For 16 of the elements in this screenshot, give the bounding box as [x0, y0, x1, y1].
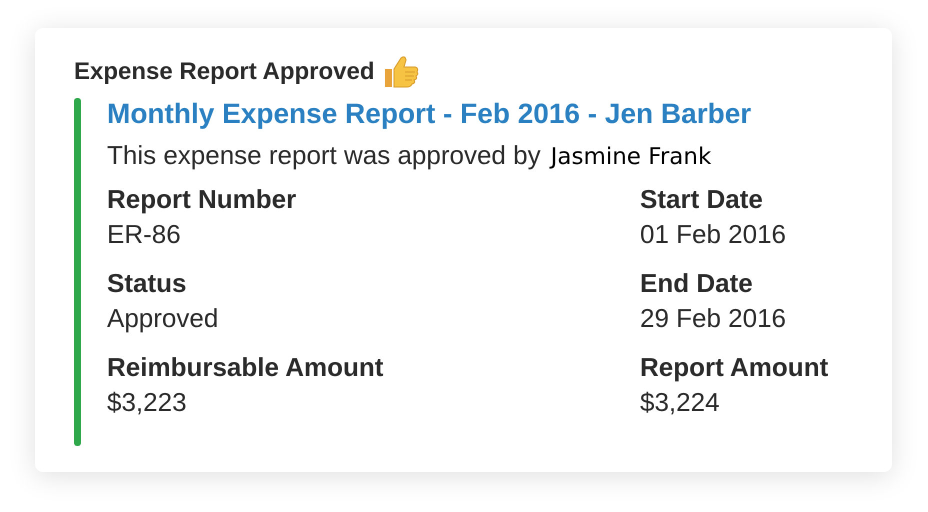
field-label: End Date [640, 267, 754, 300]
field-label: Report Number [107, 183, 298, 216]
field-value: ER-86 [107, 218, 182, 251]
field-label: Status [107, 267, 188, 300]
field-value: $3,223 [107, 386, 188, 419]
card-title: Expense Report Approved [74, 58, 375, 86]
approval-message: This expense report was approved by [107, 140, 541, 171]
field-value: 01 Feb 2016 [640, 218, 788, 251]
field-value: Approved [107, 302, 220, 335]
field-value: 29 Feb 2016 [640, 302, 788, 335]
approver-name: Jasmine Frank [550, 144, 712, 170]
field-label: Start Date [640, 183, 764, 216]
field-value: $3,224 [640, 386, 721, 419]
field-label: Report Amount [640, 351, 830, 384]
field-label: Reimbursable Amount [107, 351, 384, 384]
report-link[interactable]: Monthly Expense Report - Feb 2016 - Jen Barber [107, 98, 852, 130]
